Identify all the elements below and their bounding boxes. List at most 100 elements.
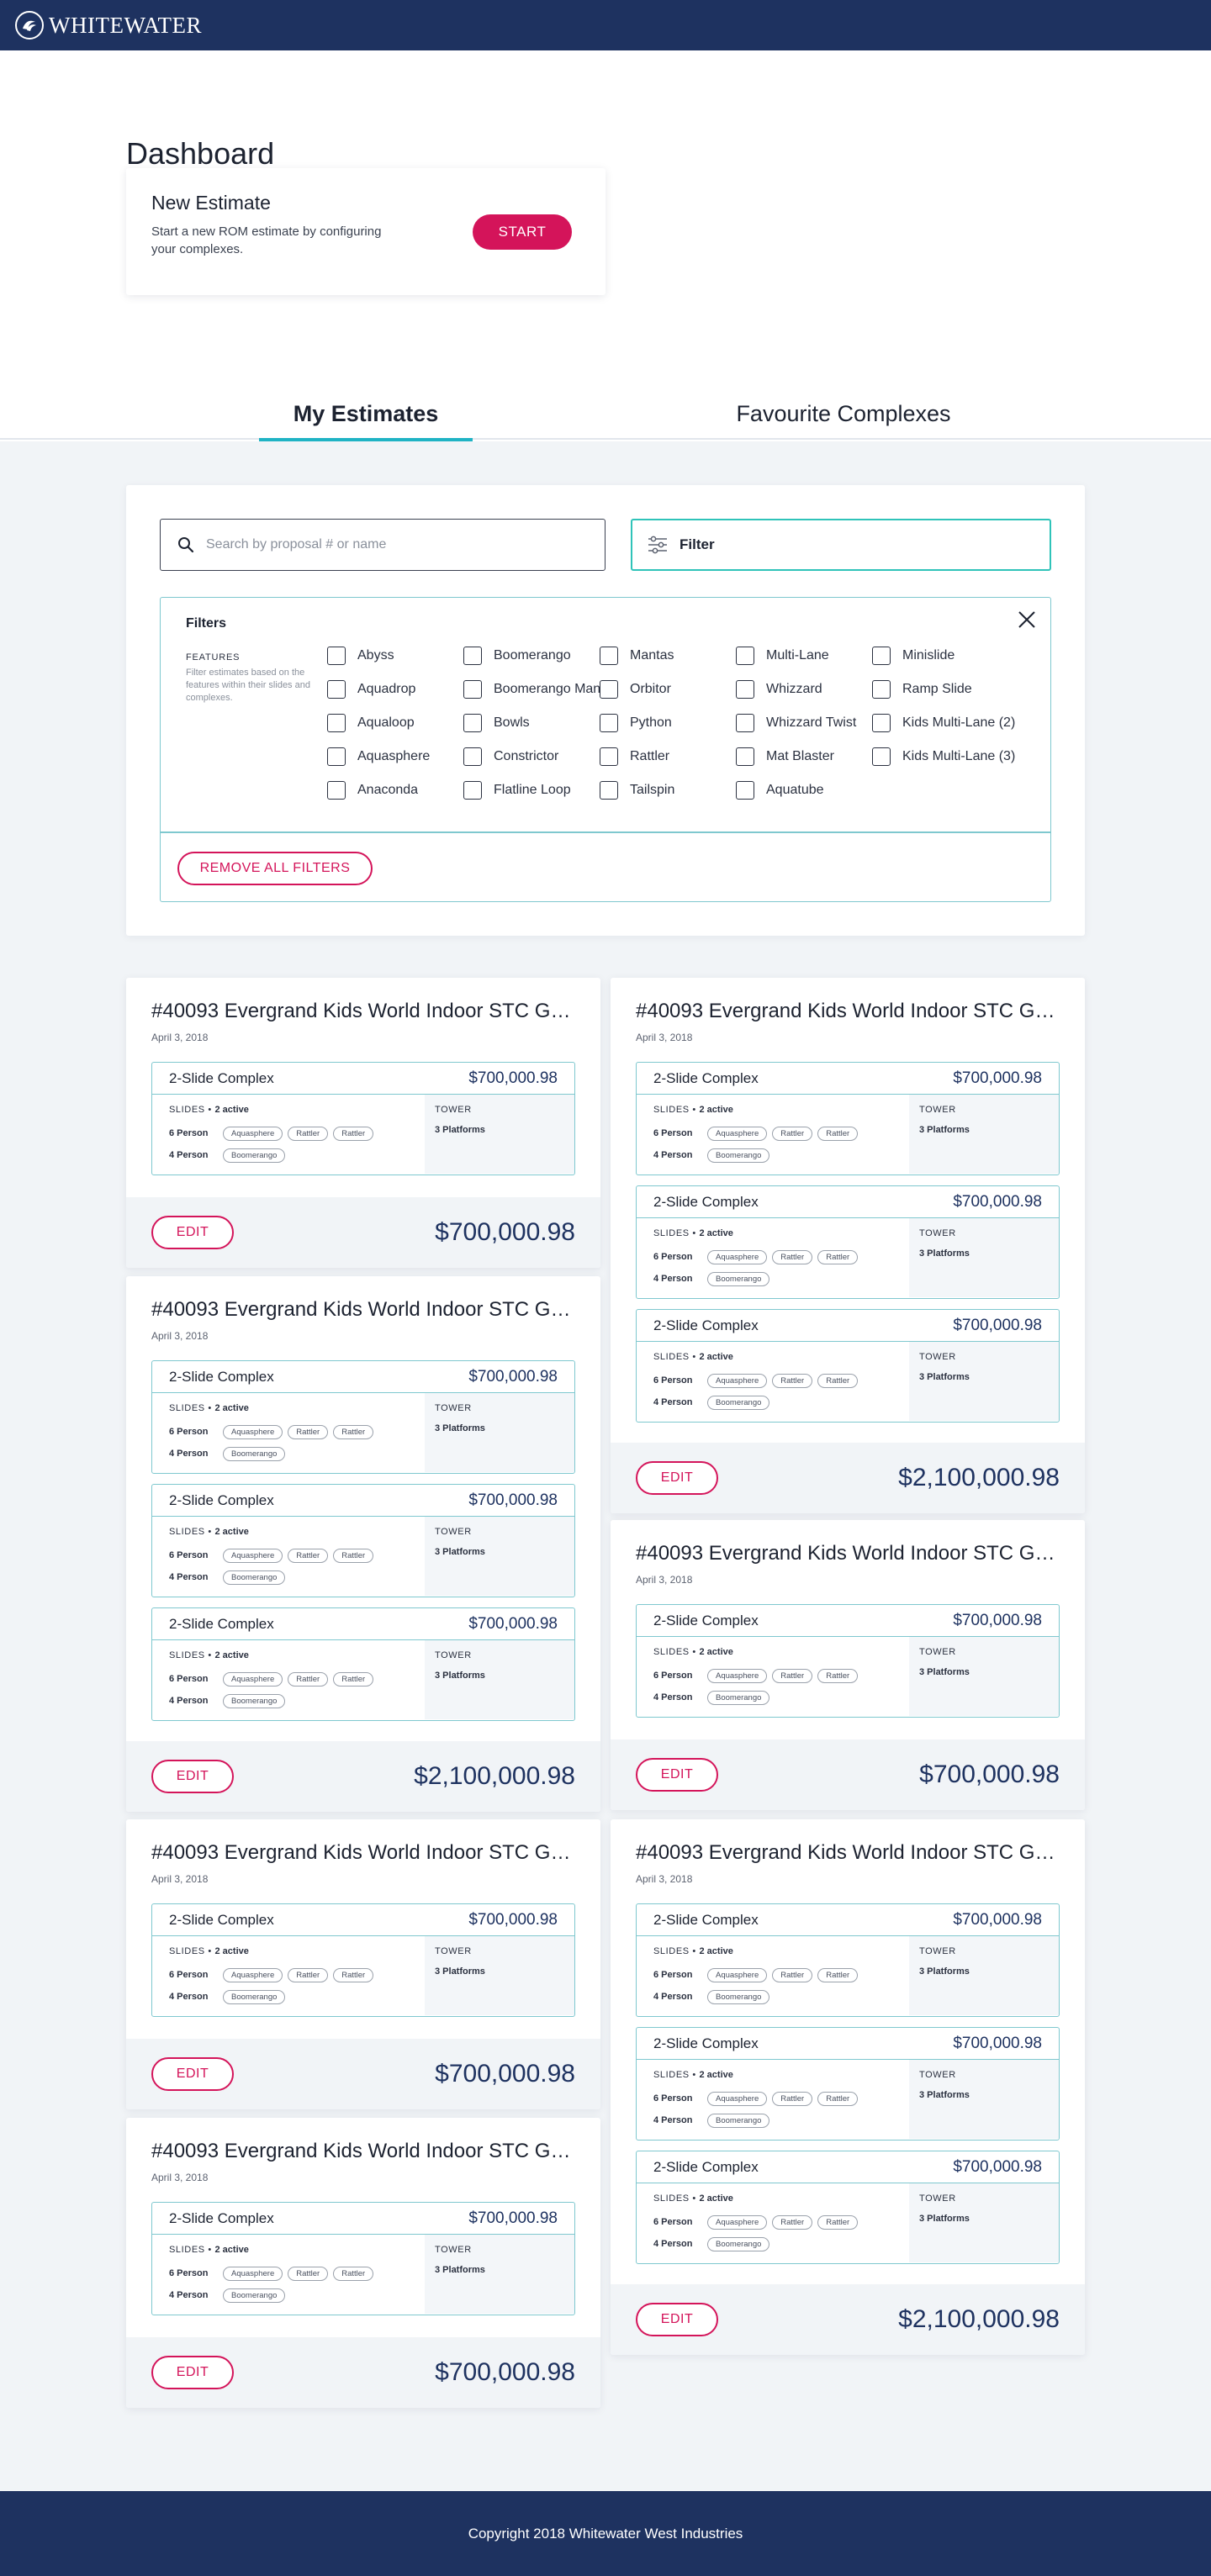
slide-capacity: 6 Person — [169, 1550, 209, 1560]
estimate-title[interactable]: #40093 Evergrand Kids World Indoor STC G… — [151, 1298, 575, 1322]
complex-summary[interactable]: 2-Slide Complex $700,000.98 SLIDES • 2 act… — [636, 1309, 1060, 1423]
edit-button[interactable]: EDIT — [151, 2356, 234, 2389]
estimate-title[interactable]: #40093 Evergrand Kids World Indoor STC G… — [151, 1000, 575, 1023]
slides-active-count: 2 active — [699, 1352, 733, 1362]
slide-tag: Aquasphere — [223, 1967, 283, 1982]
complex-summary[interactable]: 2-Slide Complex $700,000.98 SLIDES • 2 act… — [151, 1607, 575, 1721]
complex-summary[interactable]: 2-Slide Complex $700,000.98 SLIDES • 2 act… — [636, 1062, 1060, 1175]
search-input[interactable] — [206, 537, 576, 552]
complex-body: SLIDES • 2 active 6 Person Aquasphere Rattl… — [152, 1393, 574, 1472]
feature-option[interactable]: Anaconda — [327, 781, 430, 815]
feature-option[interactable]: Aquatube — [736, 781, 856, 815]
feature-checkbox[interactable] — [463, 647, 482, 665]
feature-checkbox[interactable] — [872, 647, 891, 665]
feature-option[interactable]: Ramp Slide — [872, 680, 1015, 714]
feature-option[interactable]: Kids Multi-Lane (3) — [872, 747, 1015, 781]
filter-button[interactable]: Filter — [631, 519, 1051, 571]
tab-my-estimates[interactable]: My Estimates — [259, 389, 473, 440]
feature-checkbox[interactable] — [327, 747, 346, 766]
feature-option[interactable]: Python — [600, 714, 674, 747]
feature-checkbox[interactable] — [600, 680, 618, 699]
slides-label: SLIDES — [169, 1650, 205, 1660]
feature-option[interactable]: Tailspin — [600, 781, 674, 815]
feature-option[interactable]: Boomerango — [463, 647, 612, 680]
start-button[interactable]: START — [473, 214, 572, 250]
feature-option[interactable]: Orbitor — [600, 680, 674, 714]
feature-checkbox[interactable] — [463, 747, 482, 766]
feature-option[interactable]: Rattler — [600, 747, 674, 781]
slide-capacity: 4 Person — [653, 1397, 693, 1407]
feature-checkbox[interactable] — [327, 647, 346, 665]
estimate-title[interactable]: #40093 Evergrand Kids World Indoor STC G… — [636, 1542, 1060, 1565]
close-filters-button[interactable] — [1015, 608, 1039, 631]
estimate-card: #40093 Evergrand Kids World Indoor STC G… — [611, 1520, 1085, 1810]
feature-checkbox[interactable] — [600, 647, 618, 665]
complex-summary[interactable]: 2-Slide Complex $700,000.98 SLIDES • 2 act… — [151, 1903, 575, 2017]
estimate-title[interactable]: #40093 Evergrand Kids World Indoor STC G… — [151, 2140, 575, 2163]
edit-button[interactable]: EDIT — [636, 1461, 718, 1495]
feature-option[interactable]: Constrictor — [463, 747, 612, 781]
complex-summary[interactable]: 2-Slide Complex $700,000.98 SLIDES • 2 act… — [151, 1484, 575, 1597]
slide-capacity: 6 Person — [653, 1375, 693, 1386]
edit-button[interactable]: EDIT — [151, 2057, 234, 2091]
estimate-title[interactable]: #40093 Evergrand Kids World Indoor STC G… — [636, 1841, 1060, 1865]
complex-summary[interactable]: 2-Slide Complex $700,000.98 SLIDES • 2 act… — [151, 2202, 575, 2315]
feature-option[interactable]: Bowls — [463, 714, 612, 747]
feature-option[interactable]: Minislide — [872, 647, 1015, 680]
feature-checkbox[interactable] — [736, 781, 754, 800]
feature-option[interactable]: Whizzard Twist — [736, 714, 856, 747]
search-field[interactable] — [160, 519, 606, 571]
feature-checkbox[interactable] — [327, 714, 346, 732]
complex-summary[interactable]: 2-Slide Complex $700,000.98 SLIDES • 2 act… — [636, 1903, 1060, 2017]
edit-button[interactable]: EDIT — [151, 1216, 234, 1249]
slide-tag: Aquasphere — [707, 1668, 768, 1683]
complex-summary[interactable]: 2-Slide Complex $700,000.98 SLIDES • 2 act… — [151, 1062, 575, 1175]
slide-tag: Rattler — [772, 1967, 813, 1982]
tab-favourite-complexes[interactable]: Favourite Complexes — [711, 389, 976, 440]
remove-all-filters-button[interactable]: REMOVE ALL FILTERS — [177, 852, 373, 885]
feature-option[interactable]: Mantas — [600, 647, 674, 680]
feature-option[interactable]: Abyss — [327, 647, 430, 680]
feature-checkbox[interactable] — [463, 781, 482, 800]
feature-checkbox[interactable] — [600, 714, 618, 732]
feature-checkbox[interactable] — [327, 680, 346, 699]
complex-summary[interactable]: 2-Slide Complex $700,000.98 SLIDES • 2 act… — [636, 1185, 1060, 1299]
feature-checkbox[interactable] — [872, 714, 891, 732]
feature-checkbox[interactable] — [600, 747, 618, 766]
feature-checkbox[interactable] — [872, 680, 891, 699]
feature-checkbox[interactable] — [463, 714, 482, 732]
edit-button[interactable]: EDIT — [636, 1758, 718, 1792]
feature-option[interactable]: Kids Multi-Lane (2) — [872, 714, 1015, 747]
complex-summary[interactable]: 2-Slide Complex $700,000.98 SLIDES • 2 act… — [636, 2151, 1060, 2264]
feature-checkbox[interactable] — [600, 781, 618, 800]
edit-button[interactable]: EDIT — [636, 2303, 718, 2336]
feature-option[interactable]: Flatline Loop — [463, 781, 612, 815]
complex-summary[interactable]: 2-Slide Complex $700,000.98 SLIDES • 2 act… — [636, 1604, 1060, 1718]
slide-row: 6 Person Aquasphere Rattler Rattler — [169, 1964, 408, 1986]
feature-checkbox[interactable] — [872, 747, 891, 766]
feature-checkbox[interactable] — [463, 680, 482, 699]
feature-checkbox[interactable] — [736, 647, 754, 665]
feature-checkbox[interactable] — [327, 781, 346, 800]
slide-tag: Aquasphere — [707, 1126, 768, 1141]
feature-checkbox[interactable] — [736, 680, 754, 699]
edit-button[interactable]: EDIT — [151, 1760, 234, 1793]
slides-summary: SLIDES • 2 active — [653, 1228, 892, 1238]
feature-option[interactable]: Aquadrop — [327, 680, 430, 714]
search-icon — [178, 537, 194, 553]
estimate-title[interactable]: #40093 Evergrand Kids World Indoor STC G… — [151, 1841, 575, 1865]
estimate-title[interactable]: #40093 Evergrand Kids World Indoor STC G… — [636, 1000, 1060, 1023]
feature-option[interactable]: Multi-Lane — [736, 647, 856, 680]
complex-summary[interactable]: 2-Slide Complex $700,000.98 SLIDES • 2 act… — [151, 1360, 575, 1474]
slide-row: 4 Person Boomerango — [169, 1690, 408, 1712]
feature-checkbox[interactable] — [736, 747, 754, 766]
feature-option[interactable]: Aquasphere — [327, 747, 430, 781]
feature-option[interactable]: Aqualoop — [327, 714, 430, 747]
complex-summary[interactable]: 2-Slide Complex $700,000.98 SLIDES • 2 act… — [636, 2027, 1060, 2141]
feature-option[interactable]: Boomerango Manta — [463, 680, 612, 714]
feature-checkbox[interactable] — [736, 714, 754, 732]
bullet-separator: • — [689, 1946, 700, 1956]
feature-option[interactable]: Whizzard — [736, 680, 856, 714]
brand-logo[interactable]: WHITEWATER — [15, 11, 202, 40]
feature-option[interactable]: Mat Blaster — [736, 747, 856, 781]
